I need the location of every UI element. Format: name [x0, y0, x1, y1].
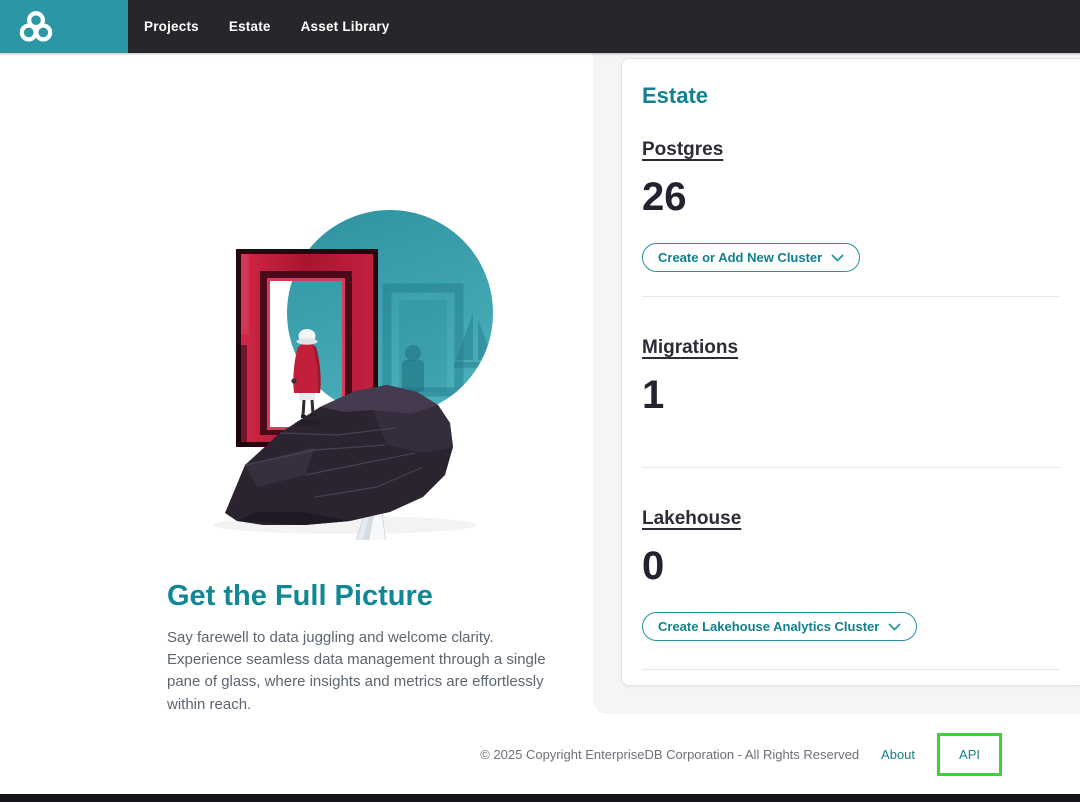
page-footer: © 2025 Copyright EnterpriseDB Corporatio…	[0, 714, 1080, 794]
bottom-edge-bar	[0, 794, 1080, 802]
app-screen: Projects Estate Asset Library	[0, 0, 1080, 802]
migrations-count: 1	[642, 373, 1060, 417]
copyright-text: © 2025 Copyright EnterpriseDB Corporatio…	[480, 747, 859, 762]
hero-description: Say farewell to data juggling and welcom…	[167, 627, 552, 716]
about-link[interactable]: About	[881, 747, 915, 762]
create-lakehouse-button[interactable]: Create Lakehouse Analytics Cluster	[642, 612, 917, 641]
section-divider	[642, 296, 1060, 297]
top-navbar: Projects Estate Asset Library	[0, 0, 1080, 53]
section-divider	[642, 467, 1060, 468]
nav-item-asset-library[interactable]: Asset Library	[301, 19, 390, 34]
postgres-count: 26	[642, 175, 1060, 219]
create-cluster-button-label: Create or Add New Cluster	[658, 250, 822, 265]
estate-card: Estate Postgres 26 Create or Add New Clu…	[621, 58, 1080, 686]
section-divider	[642, 669, 1060, 670]
estate-region: Estate Postgres 26 Create or Add New Clu…	[593, 53, 1080, 714]
nav-item-estate[interactable]: Estate	[229, 19, 271, 34]
annotation-highlight-box: API	[937, 733, 1002, 776]
nav-item-projects[interactable]: Projects	[144, 19, 199, 34]
postgres-link[interactable]: Postgres	[642, 139, 723, 161]
create-lakehouse-button-label: Create Lakehouse Analytics Cluster	[658, 619, 879, 634]
lakehouse-link[interactable]: Lakehouse	[642, 508, 741, 530]
lakehouse-count: 0	[642, 544, 1060, 588]
migrations-link[interactable]: Migrations	[642, 337, 738, 359]
chevron-down-icon	[888, 623, 901, 631]
hero-title: Get the Full Picture	[167, 580, 552, 613]
estate-panel-title: Estate	[642, 83, 1060, 109]
hero-illustration	[155, 195, 535, 540]
api-link[interactable]: API	[959, 747, 980, 762]
brand-logo[interactable]	[0, 0, 128, 53]
create-cluster-button[interactable]: Create or Add New Cluster	[642, 243, 860, 272]
cloud-trefoil-icon	[16, 9, 56, 45]
hero-text-block: Get the Full Picture Say farewell to dat…	[167, 580, 552, 716]
chevron-down-icon	[831, 254, 844, 262]
primary-nav: Projects Estate Asset Library	[144, 0, 390, 53]
